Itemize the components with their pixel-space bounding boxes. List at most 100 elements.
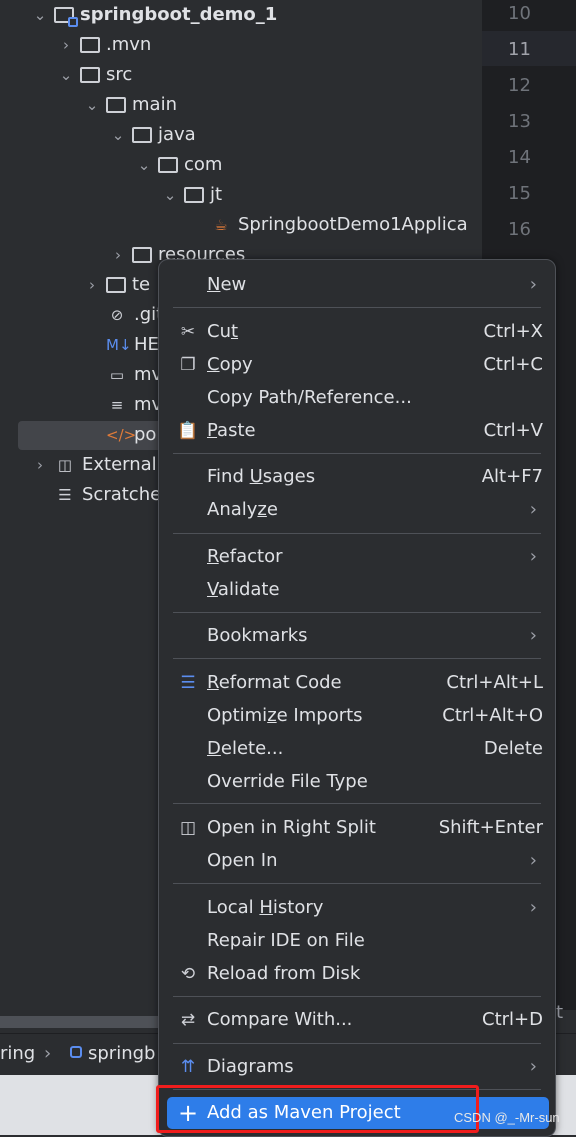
menu-item-open-in-right-split[interactable]: ◫ Open in Right Split Shift+Enter [167,812,549,844]
menu-item-label: Analyze [207,499,278,520]
tree-item-label: main [132,94,177,115]
chevron-right-icon[interactable]: › [110,240,126,270]
chevron-down-icon[interactable]: ⌄ [136,150,152,180]
tree-item[interactable]: › .mvn [58,30,151,60]
menu-item-bookmarks[interactable]: Bookmarks › [167,620,549,652]
menu-item-label: Diagrams [207,1056,294,1077]
library-icon: ◫ [57,456,73,474]
tree-item-label: java [158,124,196,145]
tree-item[interactable]: ⌄ java [110,120,196,150]
menu-item-diagrams[interactable]: ⇈ Diagrams › [167,1051,549,1083]
menu-item-override-file-type[interactable]: Override File Type [167,766,549,798]
folder-icon [184,187,204,203]
menu-item-label: Paste [207,420,256,441]
folder-icon [106,97,126,113]
tree-item-label: com [184,154,223,175]
chevron-down-icon[interactable]: ⌄ [162,180,178,210]
menu-item-reload-from-disk[interactable]: ⟲ Reload from Disk [167,958,549,990]
line-number: 16 [508,219,531,240]
menu-item-label: Compare With... [207,1009,353,1030]
menu-separator [173,883,541,884]
xml-file-icon: </> [106,426,137,444]
tree-item[interactable]: › te [84,270,150,300]
tree-item[interactable]: ⌄ src [58,60,133,90]
split-icon: ◫ [179,818,197,838]
chevron-down-icon[interactable]: ⌄ [32,0,48,30]
menu-item-copy-path-reference[interactable]: Copy Path/Reference... [167,382,549,414]
chevron-right-icon[interactable]: › [58,30,74,60]
module-icon [70,1046,82,1058]
submenu-arrow-icon: › [529,850,537,871]
menu-item-compare-with[interactable]: ⇄ Compare With... Ctrl+D [167,1004,549,1036]
submenu-arrow-icon: › [529,546,537,567]
line-number: 11 [508,39,531,60]
menu-item-validate[interactable]: Validate [167,574,549,606]
menu-item-delete[interactable]: Delete... Delete [167,733,549,765]
chevron-down-icon[interactable]: ⌄ [110,120,126,150]
menu-item-label: Optimize Imports [207,705,363,726]
tree-item[interactable]: M↓ HEL [84,330,169,360]
chevron-right-icon[interactable]: › [84,270,100,300]
breadcrumb-item[interactable]: ring [0,1043,35,1064]
tree-item-label: springboot_demo_1 [80,4,278,25]
line-number: 12 [508,75,531,96]
tree-item[interactable]: ⌄ main [84,90,177,120]
shortcut-label: Ctrl+X [483,321,543,342]
watermark: CSDN @_-Mr-sun [454,1110,560,1125]
tree-item[interactable]: ⌄ springboot_demo_1 [32,0,277,30]
menu-item-label: Reload from Disk [207,963,361,984]
menu-item-label: Bookmarks [207,625,308,646]
diagrams-icon: ⇈ [180,1057,196,1077]
menu-separator [173,307,541,308]
chevron-down-icon[interactable]: ⌄ [58,60,74,90]
menu-item-label: Find Usages [207,466,316,487]
compare-icon: ⇄ [180,1010,196,1030]
menu-separator [173,658,541,659]
menu-item-label: Override File Type [207,771,368,792]
horizontal-scrollbar[interactable] [0,1016,160,1028]
folder-icon [158,157,178,173]
menu-item-reformat-code[interactable]: ☰ Reformat Code Ctrl+Alt+L [167,667,549,699]
chevron-right-icon[interactable]: › [32,450,48,480]
line-number: 13 [508,111,531,132]
tree-item-label: src [106,64,133,85]
menu-item-repair-ide-on-file[interactable]: Repair IDE on File [167,925,549,957]
menu-separator [173,612,541,613]
menu-item-paste[interactable]: 📋 Paste Ctrl+V [167,415,549,447]
menu-separator [173,1043,541,1044]
menu-item-open-in[interactable]: Open In › [167,845,549,877]
reformat-icon: ☰ [180,673,196,693]
submenu-arrow-icon: › [529,499,537,520]
menu-item-label: Copy [207,354,253,375]
tree-item[interactable]: ☰ Scratches [32,480,170,510]
tree-item[interactable]: ☕ SpringbootDemo1Applica [188,210,467,240]
menu-item-new[interactable]: New › [167,269,549,301]
menu-item-local-history[interactable]: Local History › [167,892,549,924]
tree-item[interactable]: › ◫ External Li [32,450,177,480]
menu-item-analyze[interactable]: Analyze › [167,494,549,526]
breadcrumb-chevron-icon: › [44,1043,52,1064]
menu-item-copy[interactable]: ❐ Copy Ctrl+C [167,349,549,381]
editor-text-fragment: t [556,1002,564,1023]
paste-icon: 📋 [177,421,199,441]
menu-item-label: Repair IDE on File [207,930,365,951]
scratches-icon: ☰ [58,486,72,504]
copy-icon: ❐ [180,355,196,375]
context-menu: New › ✂ Cut Ctrl+X ❐ Copy Ctrl+C Copy Path/Refer… [158,259,556,1137]
breadcrumb-item[interactable]: springb [88,1043,155,1064]
menu-item-label: New [207,274,247,295]
menu-item-find-usages[interactable]: Find Usages Alt+F7 [167,461,549,493]
line-number: 10 [508,3,531,24]
menu-item-label: Local History [207,897,324,918]
menu-item-refactor[interactable]: Refactor › [167,541,549,573]
menu-item-label: Open in Right Split [207,817,376,838]
menu-item-label: Cut [207,321,239,342]
menu-item-optimize-imports[interactable]: Optimize Imports Ctrl+Alt+O [167,700,549,732]
menu-separator [173,533,541,534]
chevron-down-icon[interactable]: ⌄ [84,90,100,120]
submenu-arrow-icon: › [529,625,537,646]
folder-icon [80,67,100,83]
tree-item[interactable]: ⌄ com [136,150,223,180]
tree-item[interactable]: ⌄ jt [162,180,222,210]
menu-item-cut[interactable]: ✂ Cut Ctrl+X [167,316,549,348]
